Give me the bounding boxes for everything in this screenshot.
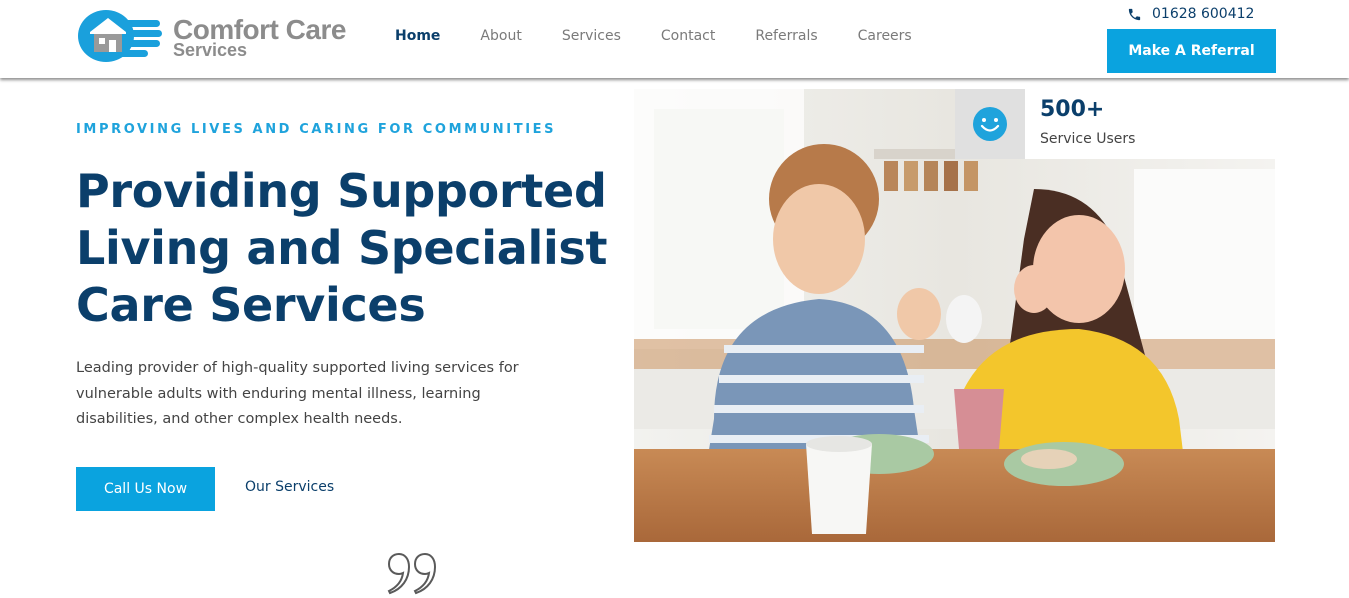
house-hand-logo-icon bbox=[78, 10, 162, 62]
nav-referrals[interactable]: Referrals bbox=[755, 28, 817, 44]
quote-icon bbox=[387, 552, 437, 595]
nav-careers[interactable]: Careers bbox=[858, 28, 912, 44]
nav-about[interactable]: About bbox=[480, 28, 521, 44]
nav-home[interactable]: Home bbox=[395, 28, 440, 44]
logo[interactable]: Comfort Care Services bbox=[78, 8, 358, 64]
phone-icon bbox=[1128, 8, 1141, 20]
hero-title: Providing Supported Living and Specialis… bbox=[76, 164, 608, 332]
make-referral-button[interactable]: Make A Referral bbox=[1107, 29, 1276, 73]
nav-contact[interactable]: Contact bbox=[661, 28, 715, 44]
call-us-now-button[interactable]: Call Us Now bbox=[76, 467, 215, 511]
main-nav: Home About Services Contact Referrals Ca… bbox=[395, 28, 952, 44]
stat-label: Service Users bbox=[1040, 131, 1136, 147]
our-services-link[interactable]: Our Services bbox=[245, 479, 334, 495]
stat-number: 500+ bbox=[1040, 97, 1105, 122]
phone-number: 01628 600412 bbox=[1152, 6, 1255, 22]
smiley-icon bbox=[973, 107, 1007, 141]
stat-icon-container bbox=[955, 89, 1025, 159]
site-header: Comfort Care Services Home About Service… bbox=[0, 0, 1349, 78]
stat-card: 500+ Service Users bbox=[955, 89, 1275, 159]
hero-description: Leading provider of high-quality support… bbox=[76, 360, 519, 427]
logo-subtitle: Services bbox=[173, 40, 248, 60]
nav-services[interactable]: Services bbox=[562, 28, 621, 44]
hero-tagline: IMPROVING LIVES AND CARING FOR COMMUNITI… bbox=[76, 122, 557, 137]
phone-link[interactable]: 01628 600412 bbox=[1127, 6, 1254, 22]
